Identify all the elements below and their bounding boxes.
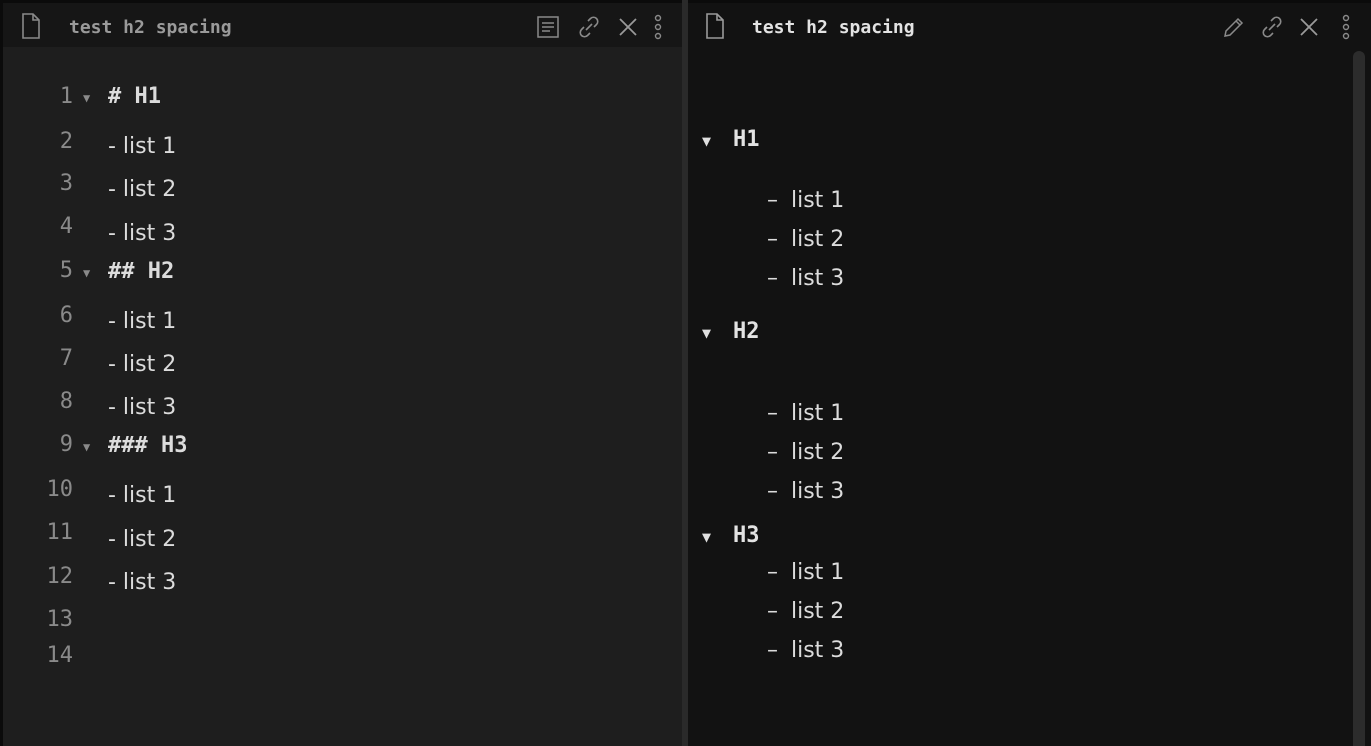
source-line[interactable]: - list 3 — [108, 570, 176, 595]
fold-toggle-icon[interactable]: ▼ — [83, 440, 90, 454]
reading-view-icon[interactable] — [535, 13, 561, 41]
fold-toggle-icon[interactable]: ▼ — [83, 91, 90, 105]
list-item: – list 3 — [767, 638, 844, 663]
list-item-text: list 3 — [791, 479, 845, 504]
line-number: 13 — [46, 607, 74, 632]
list-item-text: list 3 — [791, 266, 845, 291]
list-bullet: – — [767, 401, 778, 426]
list-bullet: – — [767, 266, 778, 291]
line-number: 12 — [46, 564, 74, 589]
source-line[interactable]: - list 3 — [108, 395, 176, 420]
preview-heading: H2 — [733, 319, 760, 344]
line-number: 11 — [46, 520, 74, 545]
source-line[interactable]: - list 1 — [108, 134, 176, 159]
link-icon[interactable] — [575, 13, 601, 41]
list-bullet: – — [767, 479, 778, 504]
close-icon[interactable] — [615, 13, 641, 41]
list-bullet: – — [767, 599, 778, 624]
line-number: 3 — [59, 171, 73, 196]
list-item-text: list 2 — [791, 440, 845, 465]
source-line[interactable]: - list 3 — [108, 221, 176, 246]
fold-toggle-icon[interactable]: ▼ — [83, 266, 90, 280]
source-line-heading[interactable]: ## H2 — [108, 259, 174, 284]
list-item: – list 3 — [767, 479, 844, 504]
line-number: 14 — [46, 643, 74, 668]
list-item: – list 2 — [767, 440, 844, 465]
list-item: – list 1 — [767, 401, 844, 426]
preview-title[interactable]: test h2 spacing — [752, 17, 915, 38]
preview-pane[interactable]: test h2 spacing ▼ H1 – list 1 – list 2 –… — [688, 3, 1371, 746]
list-bullet: – — [767, 227, 778, 252]
source-line-heading[interactable]: ### H3 — [108, 433, 187, 458]
source-line[interactable]: - list 1 — [108, 483, 176, 508]
source-line[interactable]: - list 2 — [108, 527, 176, 552]
line-number: 6 — [59, 303, 73, 328]
preview-heading: H1 — [733, 127, 760, 152]
list-item: – list 2 — [767, 227, 844, 252]
more-options-icon[interactable] — [1340, 13, 1352, 41]
line-number: 10 — [46, 477, 74, 502]
line-number: 5 — [59, 258, 73, 283]
list-item-text: list 1 — [791, 560, 845, 585]
source-line[interactable]: - list 1 — [108, 309, 176, 334]
editor-header: test h2 spacing — [3, 3, 682, 47]
list-item-text: list 2 — [791, 599, 845, 624]
line-number: 1 — [59, 84, 73, 109]
list-item: – list 1 — [767, 560, 844, 585]
list-item: – list 1 — [767, 188, 844, 213]
line-number: 8 — [59, 389, 73, 414]
editor-pane[interactable]: test h2 spacing 1 2 3 4 5 6 7 8 9 10 11 … — [3, 3, 682, 746]
source-line[interactable]: - list 2 — [108, 352, 176, 377]
list-item-text: list 3 — [791, 638, 845, 663]
preview-header: test h2 spacing — [688, 3, 1371, 47]
preview-scrollbar[interactable] — [1353, 51, 1365, 746]
list-item: – list 3 — [767, 266, 844, 291]
list-bullet: – — [767, 560, 778, 585]
source-line[interactable]: - list 2 — [108, 177, 176, 202]
editor-title[interactable]: test h2 spacing — [69, 17, 232, 38]
list-item: – list 2 — [767, 599, 844, 624]
link-icon[interactable] — [1258, 13, 1284, 41]
line-number: 7 — [59, 346, 73, 371]
preview-heading: H3 — [733, 523, 760, 548]
list-item-text: list 2 — [791, 227, 845, 252]
heading-collapse-icon[interactable]: ▼ — [702, 132, 711, 150]
workspace: test h2 spacing 1 2 3 4 5 6 7 8 9 10 11 … — [0, 0, 1371, 746]
close-icon[interactable] — [1296, 13, 1322, 41]
line-number: 9 — [59, 432, 73, 457]
file-icon — [705, 13, 725, 39]
heading-collapse-icon[interactable]: ▼ — [702, 324, 711, 342]
edit-pencil-icon[interactable] — [1220, 13, 1246, 41]
list-bullet: – — [767, 638, 778, 663]
list-bullet: – — [767, 188, 778, 213]
list-bullet: – — [767, 440, 778, 465]
line-number: 2 — [59, 129, 73, 154]
line-number: 4 — [59, 214, 73, 239]
source-line-heading[interactable]: # H1 — [108, 84, 161, 109]
heading-collapse-icon[interactable]: ▼ — [702, 528, 711, 546]
file-icon — [21, 13, 41, 39]
more-options-icon[interactable] — [652, 13, 664, 41]
list-item-text: list 1 — [791, 188, 845, 213]
list-item-text: list 1 — [791, 401, 845, 426]
